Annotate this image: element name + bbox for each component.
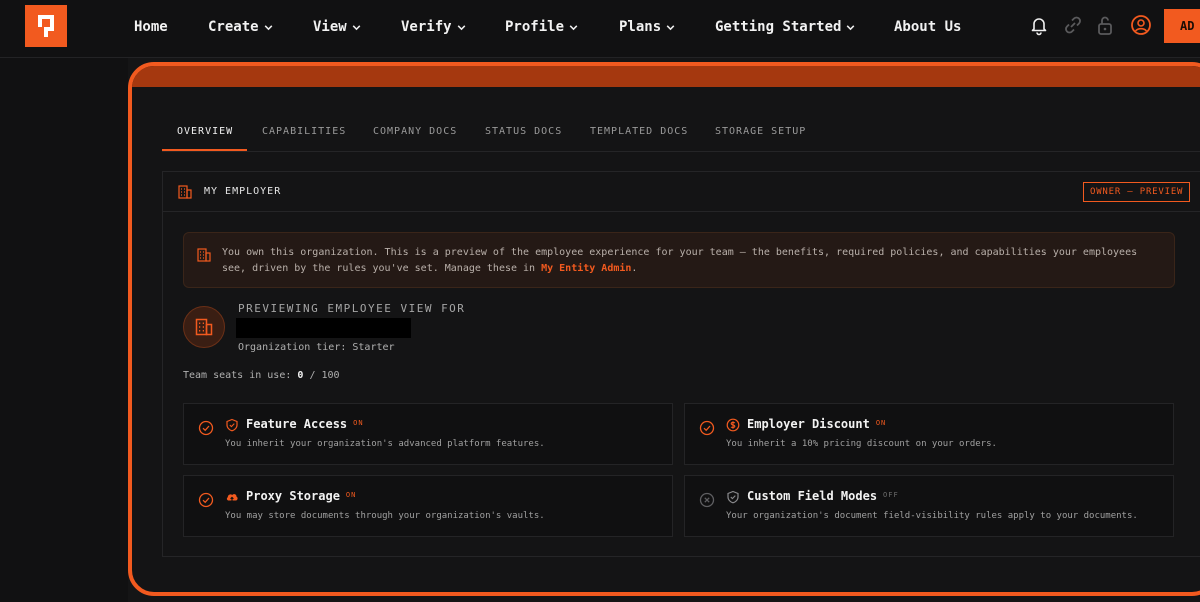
my-employer-card: MY EMPLOYER OWNER — PREVIEW You own this… [162, 171, 1200, 557]
check-circle-icon [198, 492, 214, 508]
org-avatar [183, 306, 225, 348]
top-nav: Home Create View Verify Profile Plans Ge… [0, 0, 1200, 58]
card-title: MY EMPLOYER [204, 186, 282, 197]
tab-storage-setup[interactable]: STORAGE SETUP [715, 120, 806, 151]
card-header: MY EMPLOYER OWNER — PREVIEW [163, 172, 1200, 212]
owner-notice: You own this organization. This is a pre… [183, 232, 1175, 288]
tab-status-docs-label: STATUS DOCS [485, 126, 563, 137]
bell-icon[interactable] [1028, 14, 1050, 36]
shield-icon [226, 418, 238, 432]
feature-description: Your organization's document field-visib… [726, 511, 1138, 521]
tab-company-docs-label: COMPANY DOCS [373, 126, 458, 137]
frame-header-bar [132, 66, 1200, 87]
feature-title-text: Employer Discount [747, 417, 870, 431]
building-icon [178, 185, 192, 199]
nav-cta-label: AD [1180, 19, 1195, 33]
owner-preview-badge-label: OWNER — PREVIEW [1090, 187, 1184, 197]
cloud-upload-icon [226, 494, 238, 502]
chevron-down-icon [457, 24, 465, 30]
org-name-redacted [236, 318, 411, 338]
tab-capabilities-label: CAPABILITIES [262, 126, 347, 137]
tab-capabilities[interactable]: CAPABILITIES [262, 120, 346, 151]
feature-title-text: Feature Access [246, 417, 348, 431]
custom-field-modes-tile: Custom Field Modes OFF Your organization'… [684, 475, 1174, 537]
owner-preview-badge: OWNER — PREVIEW [1083, 182, 1191, 202]
feature-title-text: Custom Field Modes [747, 489, 878, 503]
notice-end: . [631, 263, 638, 274]
nav-plans[interactable]: Plans [619, 16, 676, 38]
seats-label: Team seats in use: [183, 370, 298, 381]
logo-icon [38, 15, 54, 37]
tab-templated-docs-label: TEMPLATED DOCS [590, 126, 689, 137]
nav-getting-started-label: Getting Started [715, 19, 842, 35]
chevron-down-icon [847, 24, 855, 30]
feature-description: You inherit your organization's advanced… [225, 439, 545, 449]
notice-body: You own this organization. This is a pre… [222, 247, 1138, 274]
feature-state-badge: ON [353, 419, 364, 427]
nav-plans-label: Plans [619, 19, 662, 35]
dollar-icon [726, 418, 740, 432]
nav-view[interactable]: View [313, 16, 362, 38]
shield-icon [727, 490, 739, 504]
notice-text: You own this organization. This is a pre… [222, 245, 1166, 277]
tab-overview-label: OVERVIEW [177, 126, 234, 137]
seats-total: / 100 [303, 370, 340, 381]
preview-label: PREVIEWING EMPLOYEE VIEW FOR [238, 302, 466, 315]
feature-title-text: Proxy Storage [246, 489, 340, 503]
my-entity-admin-link[interactable]: My Entity Admin [541, 263, 631, 274]
nav-view-label: View [313, 19, 347, 35]
team-seats: Team seats in use: 0 / 100 [183, 370, 340, 381]
feature-state-badge: ON [875, 419, 887, 427]
check-circle-icon [198, 420, 214, 436]
left-gutter [0, 58, 128, 602]
proxy-storage-tile: Proxy Storage ON You may store documents … [183, 475, 673, 537]
feature-title: Proxy Storage ON [246, 489, 356, 503]
feature-description: You inherit a 10% pricing discount on yo… [726, 439, 997, 449]
user-icon[interactable] [1130, 14, 1152, 36]
x-circle-icon [699, 492, 715, 508]
tab-templated-docs[interactable]: TEMPLATED DOCS [590, 120, 688, 151]
check-circle-icon [699, 420, 715, 436]
nav-home[interactable]: Home [134, 16, 168, 38]
nav-getting-started[interactable]: Getting Started [715, 16, 856, 38]
nav-cta-button[interactable]: AD [1164, 9, 1200, 43]
building-icon [197, 248, 211, 262]
feature-title: Feature Access ON [246, 417, 364, 431]
tab-bar: OVERVIEW CAPABILITIES COMPANY DOCS STATU… [162, 120, 1200, 152]
nav-about-us-label: About Us [894, 19, 962, 35]
feature-title: Custom Field Modes OFF [747, 489, 899, 503]
feature-title: Employer Discount ON [747, 417, 886, 431]
employer-discount-tile: Employer Discount ON You inherit a 10% pr… [684, 403, 1174, 465]
logo[interactable] [25, 5, 67, 47]
chevron-down-icon [264, 24, 272, 30]
link-icon[interactable] [1062, 14, 1084, 36]
feature-state-badge: ON [345, 491, 357, 499]
tab-overview[interactable]: OVERVIEW [162, 120, 247, 151]
tab-status-docs[interactable]: STATUS DOCS [485, 120, 562, 151]
feature-description: You may store documents through your org… [225, 511, 545, 521]
feature-state-badge: OFF [883, 491, 899, 499]
nav-verify-label: Verify [401, 19, 452, 35]
building-icon [195, 318, 213, 336]
chevron-down-icon [569, 24, 578, 30]
tab-storage-setup-label: STORAGE SETUP [715, 126, 807, 137]
nav-verify[interactable]: Verify [401, 16, 467, 38]
chevron-down-icon [352, 24, 361, 30]
nav-about-us[interactable]: About Us [894, 16, 961, 38]
tab-company-docs[interactable]: COMPANY DOCS [373, 120, 457, 151]
nav-profile-label: Profile [505, 19, 565, 35]
nav-home-label: Home [134, 19, 168, 35]
nav-create[interactable]: Create [208, 16, 274, 38]
org-tier: Organization tier: Starter [238, 342, 395, 353]
chevron-down-icon [666, 24, 675, 30]
nav-profile[interactable]: Profile [505, 16, 579, 38]
unlock-icon[interactable] [1094, 14, 1116, 36]
feature-access-tile: Feature Access ON You inherit your organi… [183, 403, 673, 465]
nav-create-label: Create [208, 19, 259, 35]
